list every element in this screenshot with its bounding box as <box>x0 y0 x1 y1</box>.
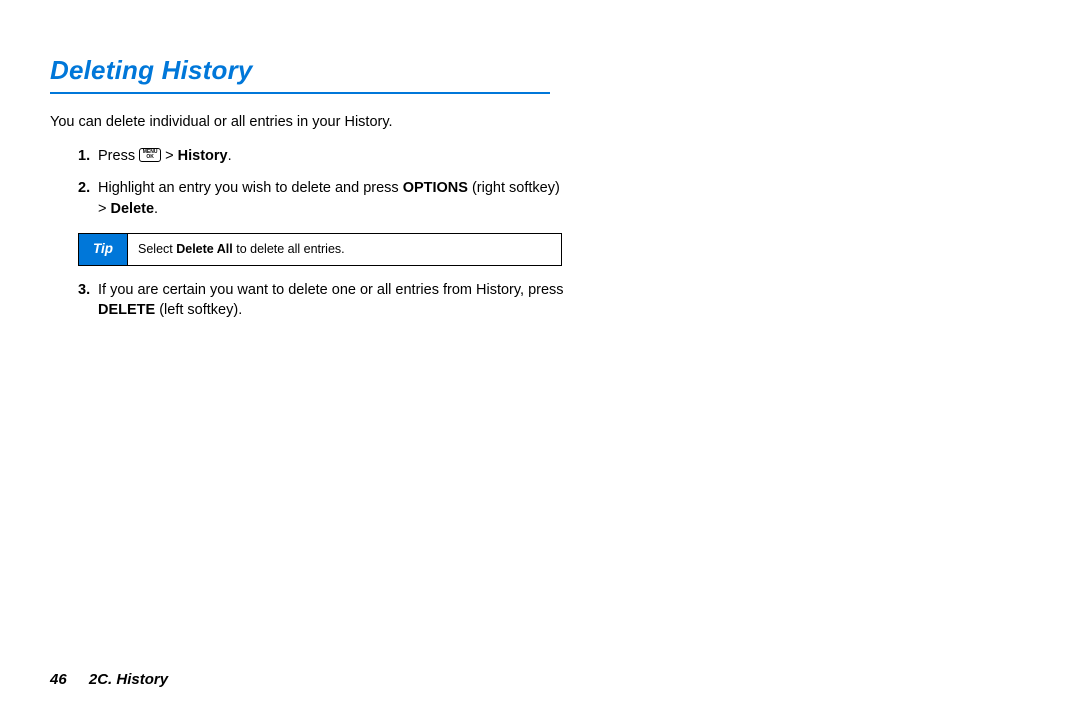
step-bold: DELETE <box>98 302 155 318</box>
step-2: 2. Highlight an entry you wish to delete… <box>78 178 570 219</box>
tip-label: Tip <box>79 234 128 265</box>
step-bold: OPTIONS <box>403 180 468 196</box>
page-number: 46 <box>50 671 67 688</box>
section-label: 2C. History <box>89 671 168 688</box>
tip-bold: Delete All <box>176 241 233 259</box>
step-number: 3. <box>78 280 90 300</box>
step-text: Highlight an entry you wish to delete an… <box>98 180 403 196</box>
step-text: Press <box>98 148 139 164</box>
tip-text: to delete all entries. <box>236 241 344 259</box>
section-heading: Deleting History <box>50 55 1030 86</box>
page-footer: 46 2C. History <box>50 671 168 688</box>
step-number: 2. <box>78 178 90 198</box>
step-1: 1. Press MENUOK > History. <box>78 146 570 166</box>
step-text: (left softkey). <box>155 302 242 318</box>
menu-ok-icon: MENUOK <box>139 148 161 162</box>
step-text: . <box>228 148 232 164</box>
tip-container: Tip Select Delete All to delete all entr… <box>78 233 570 266</box>
step-bold: History <box>178 148 228 164</box>
tip-box: Tip Select Delete All to delete all entr… <box>78 233 562 266</box>
step-3: 3. If you are certain you want to delete… <box>78 280 570 321</box>
tip-body: Select Delete All to delete all entries. <box>128 234 355 265</box>
step-number: 1. <box>78 146 90 166</box>
step-text: . <box>154 201 158 217</box>
step-text: > <box>161 148 178 164</box>
heading-rule <box>50 92 550 94</box>
intro-text: You can delete individual or all entries… <box>50 114 1030 130</box>
steps-list: 1. Press MENUOK > History. 2. Highlight … <box>50 146 570 320</box>
step-bold: Delete <box>111 201 155 217</box>
step-text: If you are certain you want to delete on… <box>98 282 564 298</box>
tip-text: Select <box>138 241 173 259</box>
